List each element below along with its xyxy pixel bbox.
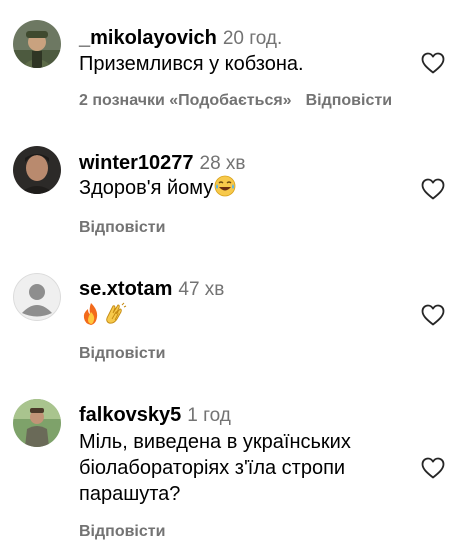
comment-text-line: парашута? xyxy=(79,483,181,505)
reply-button[interactable]: Відповісти xyxy=(79,523,165,540)
username[interactable]: falkovsky5 xyxy=(79,404,181,426)
heart-icon[interactable] xyxy=(421,178,445,200)
user-avatar[interactable] xyxy=(13,146,61,194)
comment-text-line: біолабораторіях з'їла стропи xyxy=(79,457,346,479)
user-avatar[interactable] xyxy=(13,273,61,321)
comment-actions: 2 позначки «Подобається» Відповісти xyxy=(79,92,406,110)
comment-item: falkovsky5 1 год Міль, виведена в українс… xyxy=(0,390,469,541)
heart-icon[interactable] xyxy=(421,52,445,74)
comment-header: _mikolayovich 20 год. xyxy=(79,27,282,50)
comment-item: winter10277 28 хв Здоров'я йому Відповіст… xyxy=(0,130,469,260)
username[interactable]: se.xtotam xyxy=(79,278,172,300)
user-avatar[interactable] xyxy=(13,399,61,447)
comment-item: se.xtotam 47 хв Відповісти xyxy=(0,260,469,390)
timestamp[interactable]: 47 хв xyxy=(178,279,224,300)
fire-emoji-icon xyxy=(80,302,102,333)
tears-of-joy-emoji-icon xyxy=(214,175,236,204)
username[interactable]: winter10277 xyxy=(79,152,194,174)
reply-button[interactable]: Відповісти xyxy=(79,219,165,236)
comment-header: falkovsky5 1 год xyxy=(79,404,231,427)
timestamp[interactable]: 1 год xyxy=(187,405,231,426)
avatar-man-cap-icon xyxy=(13,20,61,68)
avatar-default-icon xyxy=(13,273,61,321)
clapping-hands-emoji-icon xyxy=(103,302,127,333)
comment-text-line: Міль, виведена в українських xyxy=(79,431,351,453)
username[interactable]: _mikolayovich xyxy=(79,27,217,49)
comment-text xyxy=(79,302,399,333)
heart-icon[interactable] xyxy=(421,457,445,479)
avatar-man-outdoor-icon xyxy=(13,399,61,447)
reply-button[interactable]: Відповісти xyxy=(79,345,165,362)
heart-icon[interactable] xyxy=(421,304,445,326)
timestamp[interactable]: 20 год. xyxy=(223,28,282,49)
comment-actions: Відповісти xyxy=(79,523,179,541)
comment-header: se.xtotam 47 хв xyxy=(79,278,224,301)
comment-text: Здоров'я йому xyxy=(79,175,399,204)
likes-count-link[interactable]: 2 позначки «Подобається» xyxy=(79,92,292,109)
comment-header: winter10277 28 хв xyxy=(79,152,246,175)
comment-text: Приземлився у кобзона. xyxy=(79,53,304,75)
comment-text-content: Здоров'я йому xyxy=(79,177,214,199)
timestamp[interactable]: 28 хв xyxy=(200,153,246,174)
comment-item: _mikolayovich 20 год. Приземлився у кобзо… xyxy=(0,0,469,130)
comment-text: Міль, виведена в українських біолаборато… xyxy=(79,429,399,507)
user-avatar[interactable] xyxy=(13,20,61,68)
reply-button[interactable]: Відповісти xyxy=(306,92,392,109)
comment-actions: Відповісти xyxy=(79,219,179,237)
comment-actions: Відповісти xyxy=(79,345,179,363)
avatar-man-dark-icon xyxy=(13,146,61,194)
